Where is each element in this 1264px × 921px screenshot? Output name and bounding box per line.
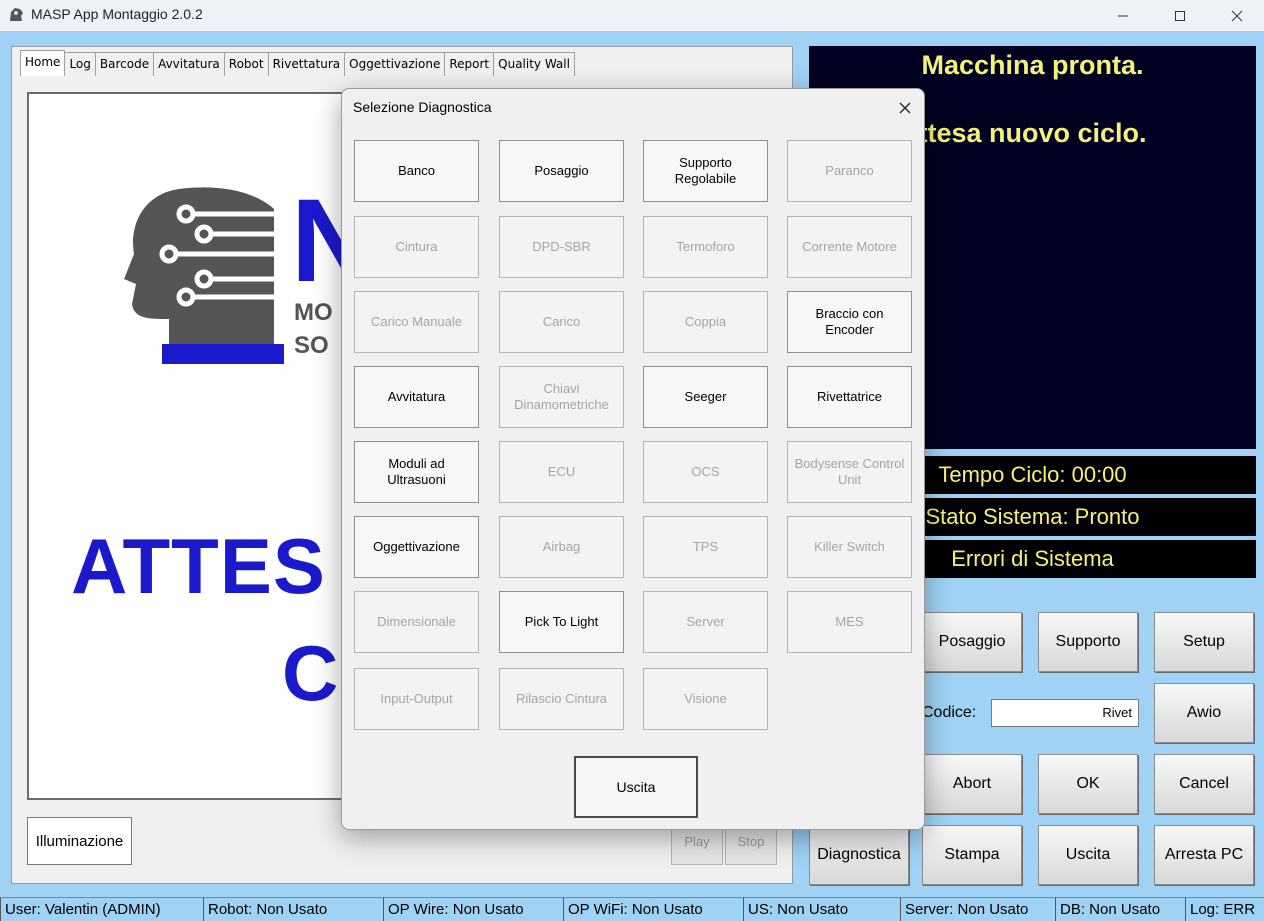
tab-robot[interactable]: Robot bbox=[223, 52, 269, 76]
diag-ocs-button[interactable]: OCS bbox=[643, 441, 768, 503]
abort-button[interactable]: Abort bbox=[922, 754, 1022, 814]
posaggio-button[interactable]: Posaggio bbox=[922, 612, 1022, 672]
diag-avvitatura-button[interactable]: Avvitatura bbox=[354, 366, 479, 428]
setup-button[interactable]: Setup bbox=[1154, 612, 1254, 672]
app-icon bbox=[10, 8, 23, 21]
diag-killer-switch-button[interactable]: Killer Switch bbox=[787, 516, 912, 578]
minimize-icon bbox=[1118, 15, 1128, 16]
diag-pick-to-light-button[interactable]: Pick To Light bbox=[499, 591, 624, 653]
illuminazione-button[interactable]: Illuminazione bbox=[27, 817, 132, 865]
diag-carico-manuale-button[interactable]: Carico Manuale bbox=[354, 291, 479, 353]
tab-avvitatura[interactable]: Avvitatura bbox=[153, 52, 225, 76]
tab-barcode[interactable]: Barcode bbox=[94, 52, 155, 76]
status-robot: Robot: Non Usato bbox=[203, 897, 383, 921]
codice-label: Codice: bbox=[922, 704, 977, 721]
diag-ecu-button[interactable]: ECU bbox=[499, 441, 624, 503]
window-title: MASP App Montaggio 2.0.2 bbox=[31, 6, 203, 22]
maximize-button[interactable] bbox=[1151, 0, 1209, 31]
diag-dpd-sbr-button[interactable]: DPD-SBR bbox=[499, 216, 624, 278]
diag-airbag-button[interactable]: Airbag bbox=[499, 516, 624, 578]
ok-button[interactable]: OK bbox=[1038, 754, 1138, 814]
diag-supporto-regolabile-button[interactable]: Supporto Regolabile bbox=[643, 140, 768, 202]
tab-strip: Home Log Barcode Avvitatura Robot Rivettatura… bbox=[20, 50, 575, 76]
logo-subtitle-2: SO bbox=[294, 332, 329, 359]
close-icon bbox=[1231, 10, 1243, 21]
diag-rivettatrice-button[interactable]: Rivettatrice bbox=[787, 366, 912, 428]
diag-cintura-button[interactable]: Cintura bbox=[354, 216, 479, 278]
attesa-text-line2: C bbox=[282, 629, 339, 717]
status-log: Log: ERR bbox=[1185, 897, 1264, 921]
message-line-1: Macchina pronta. bbox=[921, 50, 1144, 80]
status-user: User: Valentin (ADMIN) bbox=[0, 897, 203, 921]
logo-head-icon bbox=[124, 187, 284, 364]
diag-tps-button[interactable]: TPS bbox=[643, 516, 768, 578]
diag-coppia-button[interactable]: Coppia bbox=[643, 291, 768, 353]
diag-visione-button[interactable]: Visione bbox=[643, 668, 768, 730]
arresta-pc-button[interactable]: Arresta PC bbox=[1154, 825, 1254, 885]
diag-oggettivazione-button[interactable]: Oggettivazione bbox=[354, 516, 479, 578]
diag-moduli-ad-ultrasuoni-button[interactable]: Moduli ad Ultrasuoni bbox=[354, 441, 479, 503]
status-db: DB: Non Usato bbox=[1055, 897, 1185, 921]
cancel-button[interactable]: Cancel bbox=[1154, 754, 1254, 814]
stampa-button[interactable]: Stampa bbox=[922, 825, 1022, 885]
tab-rivettatura[interactable]: Rivettatura bbox=[267, 52, 346, 76]
dialog-title: Selezione Diagnostica bbox=[353, 99, 492, 115]
tab-log[interactable]: Log bbox=[64, 52, 96, 76]
close-button[interactable] bbox=[1208, 0, 1264, 31]
play-button[interactable]: Play bbox=[671, 827, 723, 865]
status-op-wifi: OP WiFi: Non Usato bbox=[563, 897, 743, 921]
maximize-icon bbox=[1175, 10, 1185, 21]
diag-dimensionale-button[interactable]: Dimensionale bbox=[354, 591, 479, 653]
diag-banco-button[interactable]: Banco bbox=[354, 140, 479, 202]
attesa-text-line1: ATTES bbox=[71, 522, 326, 610]
status-op-wire: OP Wire: Non Usato bbox=[383, 897, 563, 921]
minimize-button[interactable] bbox=[1094, 0, 1152, 31]
avvio-button[interactable]: Awio bbox=[1154, 683, 1254, 743]
diagnostica-button[interactable]: Diagnostica bbox=[809, 825, 909, 885]
diag-mes-button[interactable]: MES bbox=[787, 591, 912, 653]
codice-input[interactable]: Rivet bbox=[991, 699, 1139, 727]
diag-carico-button[interactable]: Carico bbox=[499, 291, 624, 353]
diag-corrente-motore-button[interactable]: Corrente Motore bbox=[787, 216, 912, 278]
status-us: US: Non Usato bbox=[743, 897, 900, 921]
diag-posaggio-button[interactable]: Posaggio bbox=[499, 140, 624, 202]
supporto-button[interactable]: Supporto bbox=[1038, 612, 1138, 672]
tab-home[interactable]: Home bbox=[20, 50, 66, 76]
close-icon bbox=[899, 102, 911, 114]
tab-quality-wall[interactable]: Quality Wall bbox=[493, 52, 575, 76]
status-server: Server: Non Usato bbox=[900, 897, 1055, 921]
diag-server-button[interactable]: Server bbox=[643, 591, 768, 653]
diag-rilascio-cintura-button[interactable]: Rilascio Cintura bbox=[499, 668, 624, 730]
title-bar: MASP App Montaggio 2.0.2 bbox=[0, 0, 1264, 31]
diag-termoforo-button[interactable]: Termoforo bbox=[643, 216, 768, 278]
dialog-uscita-button[interactable]: Uscita bbox=[574, 756, 698, 818]
tab-oggettivazione[interactable]: Oggettivazione bbox=[344, 52, 446, 76]
diag-braccio-con-encoder-button[interactable]: Braccio con Encoder bbox=[787, 291, 912, 353]
diag-input-output-button[interactable]: Input-Output bbox=[354, 668, 479, 730]
logo-subtitle-1: MO bbox=[294, 299, 333, 326]
diag-paranco-button[interactable]: Paranco bbox=[787, 140, 912, 202]
stop-button[interactable]: Stop bbox=[725, 827, 777, 865]
uscita-button[interactable]: Uscita bbox=[1038, 825, 1138, 885]
diag-chiavi-dinamometriche-button[interactable]: Chiavi Dinamometriche bbox=[499, 366, 624, 428]
tab-report[interactable]: Report bbox=[444, 52, 495, 76]
diag-bodysense-control-unit-button[interactable]: Bodysense Control Unit bbox=[787, 441, 912, 503]
dialog-close-button[interactable] bbox=[894, 97, 916, 119]
status-bar: User: Valentin (ADMIN) Robot: Non Usato … bbox=[0, 897, 1264, 921]
diagnostica-dialog: Selezione Diagnostica Banco Posaggio Suppo… bbox=[341, 88, 925, 830]
diag-seeger-button[interactable]: Seeger bbox=[643, 366, 768, 428]
